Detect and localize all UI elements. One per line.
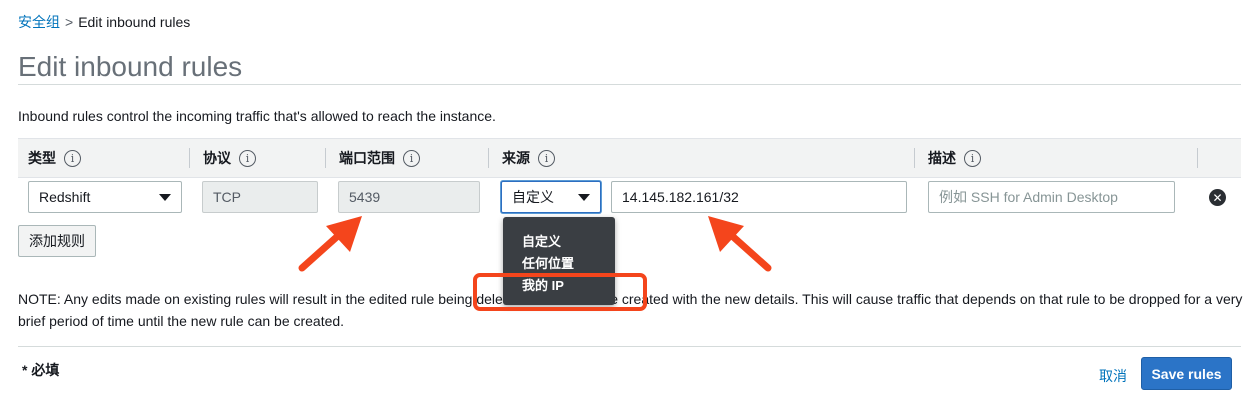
remove-rule-button[interactable]: ✕ [1209, 189, 1226, 206]
column-divider [189, 148, 190, 168]
column-label-protocol: 协议 [203, 150, 231, 166]
column-header-source: 来源 i [502, 139, 555, 177]
info-icon[interactable]: i [64, 149, 81, 167]
source-mode-select[interactable]: 自定义 [501, 181, 601, 213]
source-cidr-input[interactable]: 14.145.182.161/32 [611, 181, 907, 213]
info-icon[interactable]: i [239, 149, 256, 167]
column-label-description: 描述 [928, 150, 956, 166]
column-divider [914, 148, 915, 168]
page-title: Edit inbound rules [18, 51, 243, 82]
dropdown-option-anywhere[interactable]: 任何位置 [503, 253, 615, 275]
cancel-button[interactable]: 取消 [1099, 366, 1127, 386]
required-indicator: * 必填 [22, 362, 60, 378]
breadcrumb-separator: > [65, 14, 74, 30]
type-select-value: Redshift [39, 189, 91, 205]
arrow-icon [708, 216, 772, 272]
protocol-field: TCP [202, 181, 318, 213]
port-range-value: 5439 [349, 189, 381, 205]
info-icon[interactable]: i [538, 149, 555, 167]
caret-down-icon [159, 193, 171, 201]
remove-circle-icon: ✕ [1212, 190, 1223, 205]
column-divider [488, 148, 489, 168]
description-input[interactable]: 例如 SSH for Admin Desktop [928, 181, 1175, 213]
info-icon[interactable]: i [403, 149, 420, 167]
breadcrumb-link-security-groups[interactable]: 安全组 [18, 14, 60, 30]
type-select[interactable]: Redshift [28, 181, 182, 213]
page-description: Inbound rules control the incoming traff… [18, 108, 496, 124]
column-divider [1197, 148, 1198, 168]
breadcrumb-current: Edit inbound rules [78, 14, 191, 30]
source-cidr-value: 14.145.182.161/32 [622, 189, 739, 205]
column-header-port-range: 端口范围 i [339, 139, 420, 177]
port-range-field: 5439 [338, 181, 480, 213]
annotation-highlight-box [473, 273, 647, 311]
source-mode-value: 自定义 [512, 189, 554, 205]
protocol-value: TCP [213, 189, 241, 205]
info-icon[interactable]: i [964, 149, 981, 167]
breadcrumb: 安全组 > Edit inbound rules [18, 12, 190, 32]
save-rules-button[interactable]: Save rules [1141, 357, 1232, 390]
column-header-protocol: 协议 i [203, 139, 256, 177]
rules-table-header: 类型 i 协议 i 端口范围 i 来源 i 描述 i [18, 138, 1241, 178]
title-divider [18, 84, 1241, 85]
column-label-source: 来源 [502, 150, 530, 166]
description-placeholder: 例如 SSH for Admin Desktop [939, 189, 1118, 205]
add-rule-button[interactable]: 添加规则 [18, 225, 96, 257]
footer-divider [18, 346, 1241, 347]
dropdown-option-custom[interactable]: 自定义 [503, 231, 615, 253]
column-header-type: 类型 i [28, 139, 81, 177]
column-divider [325, 148, 326, 168]
arrow-icon [298, 216, 362, 272]
caret-down-icon [578, 193, 590, 201]
column-header-description: 描述 i [928, 139, 981, 177]
column-label-type: 类型 [28, 150, 56, 166]
column-label-port-range: 端口范围 [339, 150, 395, 166]
